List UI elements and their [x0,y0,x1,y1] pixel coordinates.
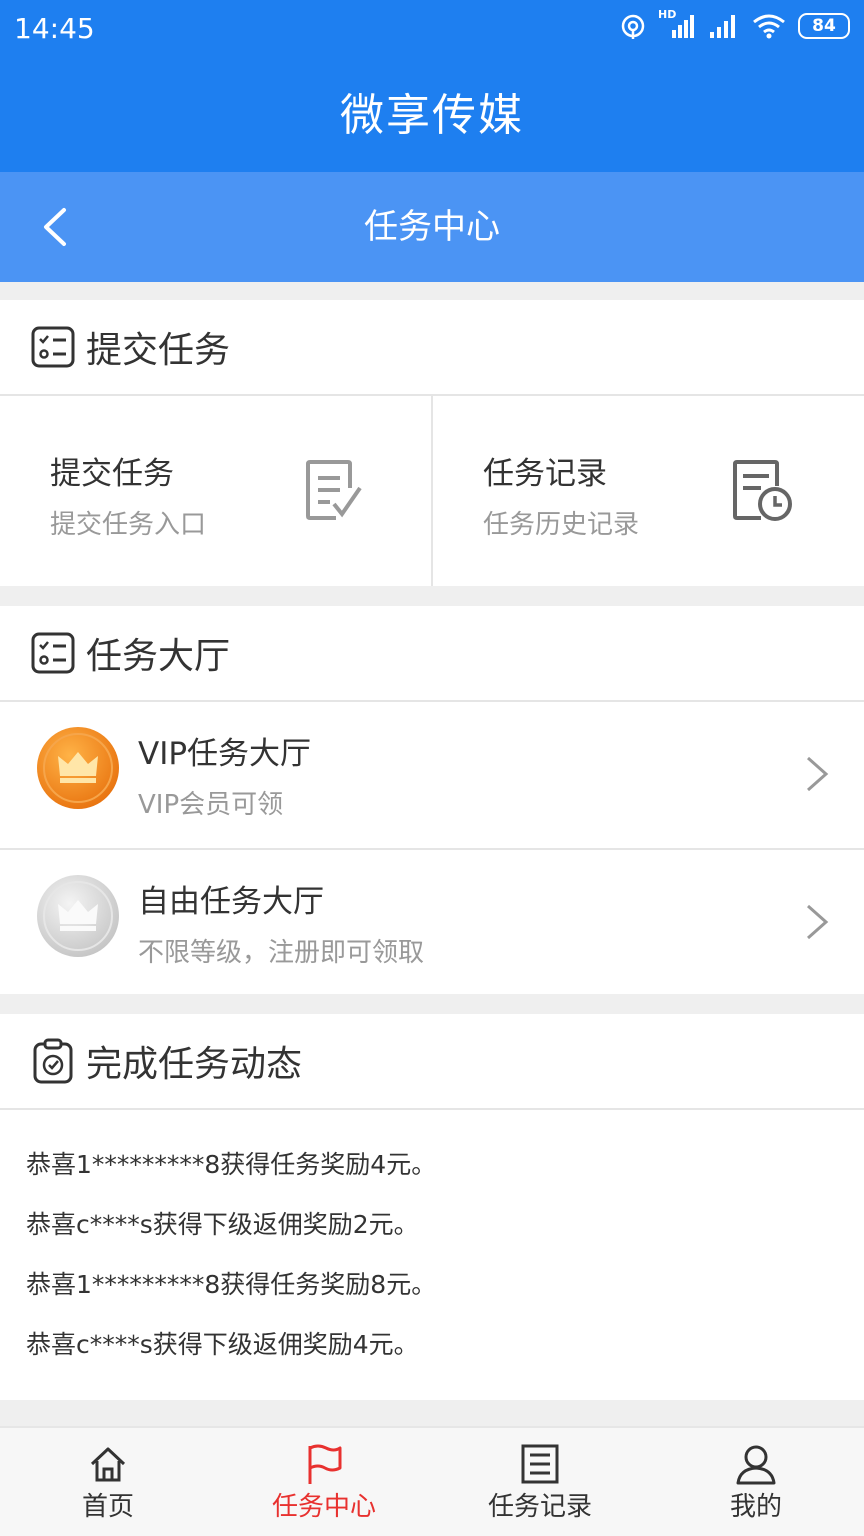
tab-task-record[interactable]: 任务记录 [432,1428,648,1536]
tab-label: 任务记录 [487,1492,592,1522]
status-bar: 14:45 HD 84 [0,0,864,60]
tab-mine[interactable]: 我的 [648,1428,864,1536]
gold-crown-icon [37,727,119,809]
cell-title: 提交任务 [50,456,174,492]
silver-crown-icon [37,875,119,957]
task-record-cell[interactable]: 任务记录 任务历史记录 [431,396,864,586]
wifi-icon [753,14,785,39]
section-header-submit: 提交任务 [0,300,864,396]
section-title-submit: 提交任务 [86,330,231,371]
edit-doc-icon [306,460,362,520]
nav-bar: 任务中心 [0,172,864,282]
tab-label: 任务中心 [271,1492,376,1522]
battery-indicator: 84 [798,13,850,39]
history-doc-icon [733,460,792,521]
cell-subtitle: 提交任务入口 [50,510,207,540]
vip-hall-row[interactable]: VIP任务大厅 VIP会员可领 [0,702,864,848]
news-section: 完成任务动态 恭喜1*********8获得任务奖励4元。 恭喜c****s获得… [0,1014,864,1400]
back-icon[interactable] [30,202,80,252]
home-icon [90,1447,126,1482]
tab-task-center[interactable]: 任务中心 [216,1428,432,1536]
news-item: 恭喜c****s获得下级返佣奖励2元。 [26,1210,419,1239]
submit-grid: 提交任务 提交任务入口 任务记录 任务历史记录 [0,396,864,586]
section-header-news: 完成任务动态 [0,1014,864,1110]
tab-label: 我的 [729,1492,782,1522]
signal-hd-icon: HD [658,8,696,40]
flag-icon [308,1444,342,1484]
checklist-icon [31,632,75,674]
app-header: 微享传媒 [0,60,864,172]
section-title-hall: 任务大厅 [86,636,231,677]
news-item: 恭喜1*********8获得任务奖励4元。 [26,1150,437,1179]
clipboard-check-icon [33,1038,73,1084]
checklist-icon [31,326,75,368]
section-title-news: 完成任务动态 [86,1044,303,1085]
tab-home[interactable]: 首页 [0,1428,216,1536]
hall-title: 自由任务大厅 [138,884,324,920]
hall-subtitle: VIP会员可领 [138,790,284,820]
cell-subtitle: 任务历史记录 [483,510,640,540]
chevron-right-icon [807,756,829,792]
list-icon [521,1444,559,1484]
section-header-hall: 任务大厅 [0,606,864,702]
free-hall-row[interactable]: 自由任务大厅 不限等级，注册即可领取 [0,848,864,994]
cell-title: 任务记录 [483,456,607,492]
news-item: 恭喜c****s获得下级返佣奖励4元。 [26,1330,419,1359]
bottom-tabbar: 首页 任务中心 任务记录 我的 [0,1426,864,1536]
hall-subtitle: 不限等级，注册即可领取 [138,938,425,968]
submit-section: 提交任务 提交任务 提交任务入口 任务记录 任务历史记录 [0,300,864,586]
hall-section: 任务大厅 VIP任务大厅 VIP会员可领 自由任务大厅 不限等级，注册即可领取 [0,606,864,994]
app-title: 微享传媒 [340,90,524,141]
news-item: 恭喜1*********8获得任务奖励8元。 [26,1270,437,1299]
signal-icon [710,15,735,38]
hall-title: VIP任务大厅 [138,736,312,772]
status-icons: HD 84 [620,8,850,40]
news-list: 恭喜1*********8获得任务奖励4元。 恭喜c****s获得下级返佣奖励2… [0,1110,864,1390]
submit-task-cell[interactable]: 提交任务 提交任务入口 [0,396,431,586]
hotspot-icon [621,14,645,39]
tab-label: 首页 [81,1492,134,1522]
chevron-right-icon [807,904,829,940]
status-time: 14:45 [14,12,95,45]
user-icon [736,1445,776,1485]
page-title: 任务中心 [364,207,500,247]
